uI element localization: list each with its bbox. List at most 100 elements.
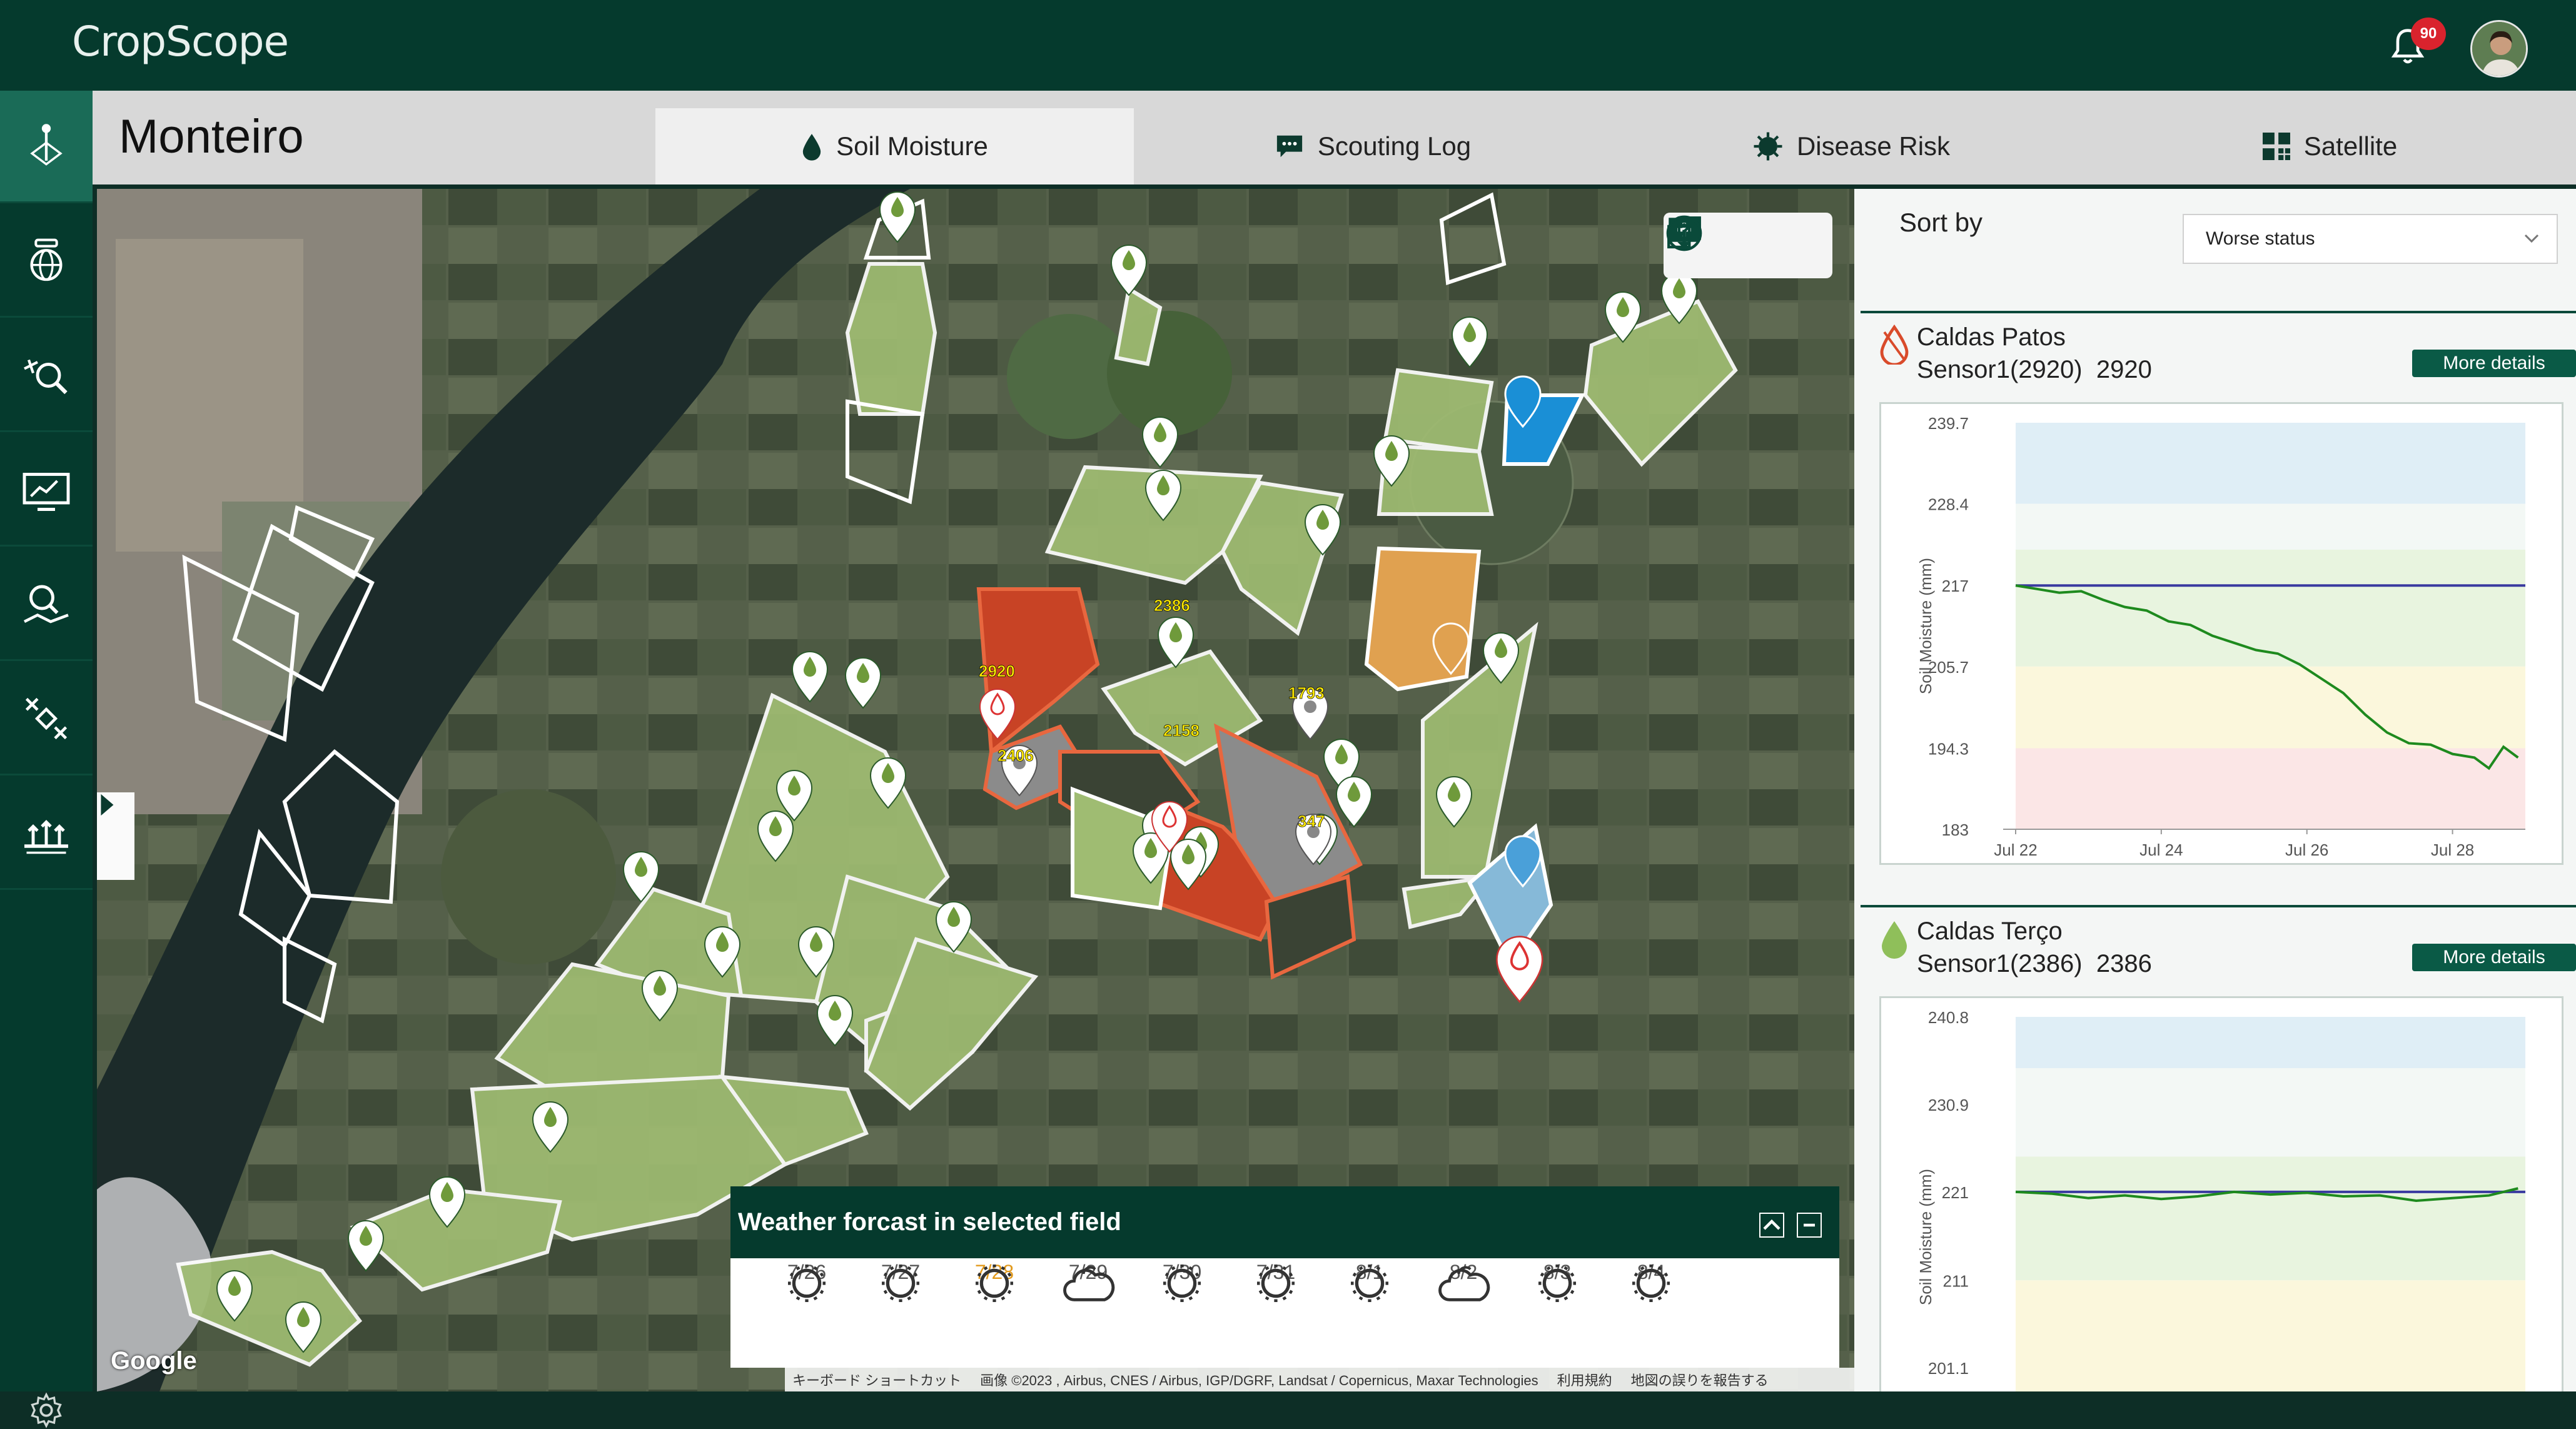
- field-header: Monteiro Soil Moisture Scouting Log Dise…: [93, 91, 2576, 184]
- map-attribution: キーボード ショートカット 画像 ©2023 , Airbus, CNES / …: [785, 1368, 1854, 1391]
- sun-icon: [1632, 1265, 1670, 1302]
- y-tick-label: 239.7: [1928, 414, 1969, 433]
- card-field-name: Caldas Patos: [1917, 323, 2066, 351]
- threshold-band: [2016, 1017, 2525, 1068]
- chevron-right-icon: [101, 794, 114, 816]
- sensor-label-347[interactable]: 347: [1298, 812, 1325, 831]
- chevron-down-icon: [2524, 234, 2539, 243]
- minus-icon: [1804, 1223, 1815, 1227]
- green-drop-icon: [1882, 921, 1907, 959]
- sort-dropdown[interactable]: Worse status: [2183, 214, 2558, 264]
- satellite-search-icon: [24, 359, 68, 394]
- soil-moisture-chart[interactable]: 239.7 228.4 217 205.7 194.3 183 Soil Moisture …: [1879, 402, 2563, 865]
- sun-icon: [1257, 1265, 1295, 1302]
- y-tick-label: 230.9: [1928, 1096, 1969, 1114]
- sun-icon: [788, 1265, 826, 1302]
- x-tick-label: Jul 22: [1994, 841, 2037, 859]
- tab-label: Soil Moisture: [836, 131, 988, 161]
- settings-gear-icon[interactable]: [28, 1391, 65, 1429]
- satellite-icon: [25, 697, 68, 739]
- weather-forecast-panel: Weather forcast in selected field 7/26 7/…: [730, 1186, 1839, 1368]
- y-tick-label: 194.3: [1928, 739, 1969, 758]
- field-sensor-icon: [30, 123, 63, 166]
- sensor-label-2386[interactable]: 2386: [1154, 596, 1191, 615]
- threshold-band: [2016, 666, 2525, 749]
- sensor-label-2920[interactable]: 2920: [979, 662, 1016, 681]
- sidebar-item-drone-globe[interactable]: [0, 205, 93, 318]
- sort-label: Sort by: [1899, 208, 1983, 237]
- cloud-icon: [1438, 1266, 1490, 1301]
- sidebar-item-field-sensors[interactable]: [0, 91, 93, 203]
- card-sensor-name: Sensor1(2920) 2920: [1917, 356, 2152, 383]
- sun-icon: [1163, 1265, 1201, 1302]
- report-error-link[interactable]: 地図の誤りを報告する: [1631, 1370, 1769, 1390]
- chart-svg: 240.8 230.9 221 211 201.1 Soil Moisture (mm): [1916, 1008, 2525, 1391]
- weather-collapse-button[interactable]: [1759, 1213, 1784, 1238]
- globe-drone-icon: [30, 238, 63, 281]
- notification-count-badge: 90: [2411, 18, 2446, 50]
- y-tick-label: 240.8: [1928, 1008, 1969, 1027]
- y-tick-label: 183: [1942, 821, 1969, 839]
- sensor-card[interactable]: Caldas Patos Sensor1(2920) 2920 More det…: [1861, 311, 2576, 905]
- sensor-label-1793[interactable]: 1793: [1288, 684, 1325, 703]
- y-tick-label: 211: [1943, 1271, 1969, 1290]
- more-details-button[interactable]: More details: [2412, 350, 2576, 377]
- y-tick-label: 201.1: [1928, 1359, 1969, 1378]
- weather-days: 7/26 7/27 7/28 7/29 7/30 7/31 8/1 8/2 8/3 8/4: [730, 1258, 1839, 1368]
- page-title: Monteiro: [119, 110, 304, 163]
- sensor-label-2406[interactable]: 2406: [998, 746, 1034, 765]
- tab-soil-moisture[interactable]: Soil Moisture: [655, 108, 1134, 184]
- card-sensor-name: Sensor1(2386) 2386: [1917, 950, 2152, 977]
- chevron-up-icon: [1763, 1219, 1780, 1230]
- expand-panel-button[interactable]: [97, 792, 134, 880]
- threshold-band: [2016, 1156, 2525, 1281]
- chat-log-icon: [1276, 135, 1303, 158]
- sidebar-item-map-search[interactable]: [0, 548, 93, 661]
- google-logo: Google: [111, 1347, 197, 1375]
- sidebar-item-monitor[interactable]: [0, 434, 93, 547]
- threshold-band: [2016, 503, 2525, 550]
- water-drop-icon: [802, 134, 821, 161]
- sidebar-item-crop-field[interactable]: [0, 777, 93, 890]
- red-drop-icon: [1880, 325, 1909, 365]
- grid-satellite-icon: [2262, 133, 2290, 160]
- app-logo[interactable]: CropScope: [72, 18, 289, 66]
- map-search-icon: [23, 585, 69, 623]
- x-tick-label: Jul 24: [2139, 841, 2183, 859]
- tab-disease-risk[interactable]: Disease Risk: [1612, 108, 2091, 184]
- weather-header: Weather forcast in selected field: [730, 1186, 1839, 1258]
- weather-title: Weather forcast in selected field: [738, 1208, 1121, 1236]
- y-axis-label: Soil Moisture (mm): [1916, 558, 1935, 694]
- crop-field-icon: [24, 819, 68, 854]
- threshold-band: [2016, 549, 2525, 667]
- info-icon[interactable]: [1664, 213, 1705, 254]
- sun-icon: [976, 1265, 1013, 1302]
- sidebar: [0, 91, 93, 1428]
- keyboard-shortcuts-link[interactable]: キーボード ショートカット: [792, 1370, 961, 1390]
- sensor-label-2158[interactable]: 2158: [1163, 721, 1200, 740]
- tab-label: Scouting Log: [1317, 131, 1472, 161]
- imagery-credit: 画像 ©2023 , Airbus, CNES / Airbus, IGP/DG…: [980, 1373, 1538, 1388]
- user-avatar[interactable]: [2470, 20, 2528, 78]
- sort-selected-value: Worse status: [2206, 228, 2315, 249]
- field-map[interactable]: 2920 2386 2406 2158 1793 347 Google キーボー…: [97, 189, 1854, 1391]
- sidebar-item-satellite[interactable]: [0, 663, 93, 775]
- sensor-card[interactable]: Caldas Terço Sensor1(2386) 2386 More det…: [1861, 905, 2576, 1391]
- threshold-band: [2016, 423, 2525, 504]
- weather-minimize-button[interactable]: [1797, 1213, 1822, 1238]
- terms-link[interactable]: 利用規約: [1557, 1370, 1612, 1390]
- sun-icon: [1351, 1265, 1388, 1302]
- tab-satellite[interactable]: Satellite: [2091, 108, 2569, 184]
- threshold-band: [2016, 1068, 2525, 1157]
- top-bar: CropScope 90: [0, 0, 2576, 91]
- more-details-button[interactable]: More details: [2412, 944, 2576, 971]
- x-tick-label: Jul 26: [2285, 841, 2328, 859]
- tab-scouting-log[interactable]: Scouting Log: [1134, 108, 1612, 184]
- card-field-name: Caldas Terço: [1917, 917, 2063, 945]
- tab-label: Satellite: [2303, 131, 2398, 161]
- sidebar-item-satellite-search[interactable]: [0, 320, 93, 432]
- soil-moisture-chart[interactable]: 240.8 230.9 221 211 201.1 Soil Moisture (mm): [1879, 996, 2563, 1391]
- y-axis-label: Soil Moisture (mm): [1916, 1169, 1935, 1305]
- map-toolbar: [1664, 213, 1832, 278]
- threshold-band: [2016, 1280, 2525, 1391]
